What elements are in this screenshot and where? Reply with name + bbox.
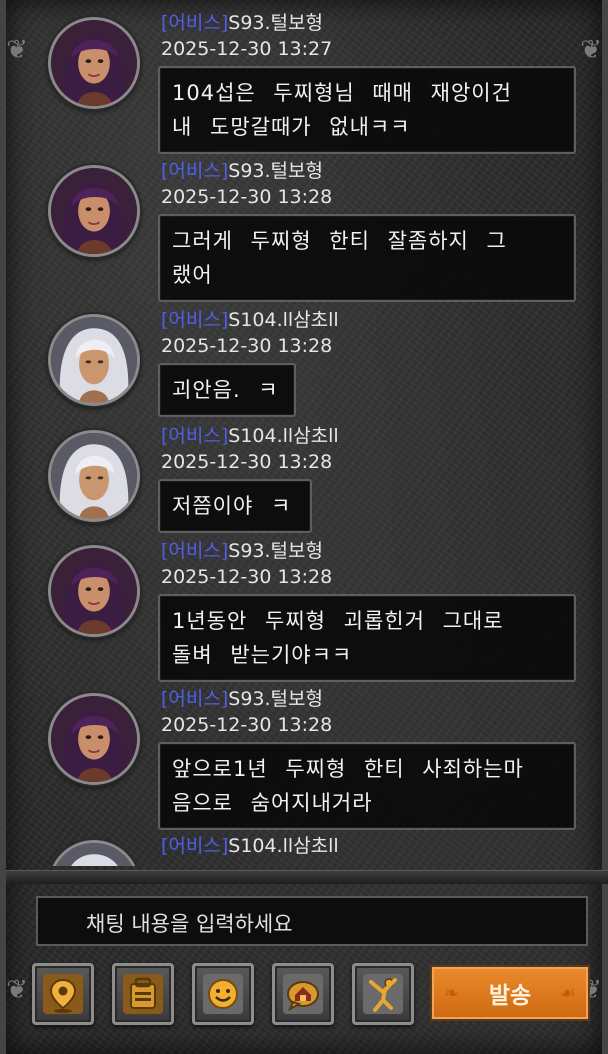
message-bubble: 1년동안 두찌형 괴롭힌거 그대로 돌벼 받는기야ㅋㅋ bbox=[158, 594, 576, 682]
guild-tag: [어비스] bbox=[161, 12, 229, 34]
female-purple-hair-avatar[interactable] bbox=[48, 693, 140, 785]
send-button-label: 발송 bbox=[488, 983, 532, 1009]
sender-name: [어비스]S93.털보형 bbox=[161, 536, 323, 563]
sender-name: [어비스]S104.ll삼초ll bbox=[161, 421, 339, 448]
player-name[interactable]: S104.ll삼초ll bbox=[228, 835, 338, 857]
message-line: 내 도망갈때가 없내ㅋㅋ bbox=[172, 115, 411, 139]
player-name[interactable]: S93.털보형 bbox=[228, 540, 323, 562]
chat-divider bbox=[6, 870, 608, 884]
message-line: 1년동안 두찌형 괴롭힌거 그대로 bbox=[172, 609, 504, 633]
message-line: 괴안음. ㅋ bbox=[172, 378, 279, 402]
message-line: 랬어 bbox=[172, 263, 213, 287]
guild-tag: [어비스] bbox=[161, 688, 229, 710]
chat-input[interactable]: 채팅 내용을 입력하세요 bbox=[36, 896, 588, 946]
male-white-hair-avatar[interactable] bbox=[48, 314, 140, 406]
message-bubble: 저쯤이야 ㅋ bbox=[158, 479, 312, 533]
character-button[interactable] bbox=[352, 963, 414, 1025]
sender-name: [어비스]S104.ll삼초ll bbox=[161, 831, 339, 858]
message-timestamp: 2025-12-30 13:28 bbox=[161, 335, 333, 357]
male-white-hair-avatar[interactable] bbox=[48, 840, 140, 866]
right-ornament: ❦ bbox=[580, 35, 602, 65]
message-line: 돌벼 받는기야ㅋㅋ bbox=[172, 643, 353, 667]
player-name[interactable]: S93.털보형 bbox=[228, 160, 323, 182]
player-name[interactable]: S104.ll삼초ll bbox=[228, 309, 338, 331]
right-ornament: ☙ bbox=[559, 982, 576, 1004]
message-timestamp: 2025-12-30 13:28 bbox=[161, 714, 333, 736]
home-chat-button[interactable] bbox=[272, 963, 334, 1025]
sender-name: [어비스]S93.털보형 bbox=[161, 684, 323, 711]
message-timestamp: 2025-12-30 13:27 bbox=[161, 38, 333, 60]
left-ornament: ❧ bbox=[444, 982, 460, 1004]
message-line: 그러게 두찌형 한티 잘좀하지 그 bbox=[172, 229, 507, 253]
emoji-button[interactable] bbox=[192, 963, 254, 1025]
inventory-bag-icon bbox=[123, 974, 163, 1014]
player-name[interactable]: S93.털보형 bbox=[228, 688, 323, 710]
send-button[interactable]: ❧ 발송 ☙ bbox=[432, 967, 588, 1019]
guild-tag: [어비스] bbox=[161, 425, 229, 447]
chat-message-list[interactable]: [어비스]S93.털보형 2025-12-30 13:27 104섭은 두찌형님… bbox=[6, 0, 608, 866]
message-line: 음으로 숨어지내거라 bbox=[172, 791, 373, 815]
message-bubble: 그러게 두찌형 한티 잘좀하지 그 랬어 bbox=[158, 214, 576, 302]
guild-tag: [어비스] bbox=[161, 540, 229, 562]
inventory-button[interactable] bbox=[112, 963, 174, 1025]
left-ornament: ❦ bbox=[6, 975, 28, 1005]
chat-input-placeholder: 채팅 내용을 입력하세요 bbox=[86, 912, 293, 936]
female-purple-hair-avatar[interactable] bbox=[48, 545, 140, 637]
home-chat-icon bbox=[283, 974, 323, 1014]
male-white-hair-avatar[interactable] bbox=[48, 430, 140, 522]
left-ornament: ❦ bbox=[6, 35, 28, 65]
smiley-emoji-icon bbox=[203, 974, 243, 1014]
player-name[interactable]: S93.털보형 bbox=[228, 12, 323, 34]
female-purple-hair-avatar[interactable] bbox=[48, 165, 140, 257]
guild-tag: [어비스] bbox=[161, 160, 229, 182]
chat-window: [어비스]S93.털보형 2025-12-30 13:27 104섭은 두찌형님… bbox=[0, 0, 608, 1054]
message-line: 저쯤이야 ㅋ bbox=[172, 494, 292, 518]
guild-tag: [어비스] bbox=[161, 309, 229, 331]
sender-name: [어비스]S104.ll삼초ll bbox=[161, 305, 339, 332]
location-pin-icon bbox=[43, 974, 83, 1014]
message-line: 104섭은 두찌형님 때매 재앙이건 bbox=[172, 81, 512, 105]
message-bubble: 앞으로1년 두찌형 한티 사죄하는마 음으로 숨어지내거라 bbox=[158, 742, 576, 830]
character-pose-icon bbox=[363, 974, 403, 1014]
message-bubble: 104섭은 두찌형님 때매 재앙이건 내 도망갈때가 없내ㅋㅋ bbox=[158, 66, 576, 154]
message-timestamp: 2025-12-30 13:28 bbox=[161, 566, 333, 588]
message-timestamp: 2025-12-30 13:28 bbox=[161, 186, 333, 208]
message-timestamp: 2025-12-30 13:28 bbox=[161, 451, 333, 473]
message-line: 앞으로1년 두찌형 한티 사죄하는마 bbox=[172, 757, 524, 781]
location-button[interactable] bbox=[32, 963, 94, 1025]
sender-name: [어비스]S93.털보형 bbox=[161, 8, 323, 35]
message-bubble: 괴안음. ㅋ bbox=[158, 363, 296, 417]
guild-tag: [어비스] bbox=[161, 835, 229, 857]
female-purple-hair-avatar[interactable] bbox=[48, 17, 140, 109]
sender-name: [어비스]S93.털보형 bbox=[161, 156, 323, 183]
player-name[interactable]: S104.ll삼초ll bbox=[228, 425, 338, 447]
